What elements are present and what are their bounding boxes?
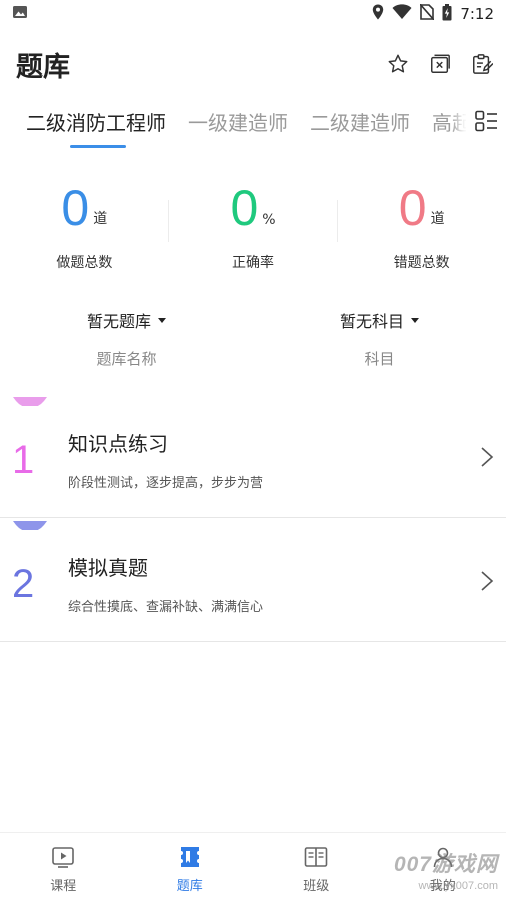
caret-down-icon (158, 317, 166, 323)
stat-value: 0 (398, 180, 427, 236)
status-time: 7:12 (460, 5, 494, 23)
stat-divider (337, 200, 338, 242)
question-bank-icon (178, 845, 202, 869)
card-description: 阶段性测试，逐步提高，步步为营 (68, 476, 264, 491)
seal-badge-icon (13, 518, 47, 530)
stat-wrong-total: 0 道 错题总数 (337, 178, 506, 278)
image-notification-icon (12, 4, 28, 24)
card-number: 1 (12, 438, 35, 482)
nav-question-bank[interactable]: 题库 (127, 833, 254, 900)
wrong-questions-icon[interactable] (428, 52, 452, 76)
app-header: 题库 (0, 40, 506, 88)
stat-unit: 道 (93, 211, 108, 227)
site-watermark: 007游戏网 www.yx007.com (394, 848, 498, 892)
location-icon (372, 4, 384, 24)
chevron-right-icon (480, 446, 494, 468)
nav-label: 题库 (176, 879, 203, 894)
subject-select[interactable]: 暂无科目 (340, 302, 419, 338)
status-bar: 7:12 (0, 0, 506, 28)
stat-value: 0 (61, 180, 90, 236)
nav-classes[interactable]: 班级 (253, 833, 380, 900)
nav-label: 课程 (50, 879, 77, 894)
active-tab-indicator (70, 145, 126, 148)
card-title: 知识点练习 (68, 432, 168, 456)
bank-select[interactable]: 暂无题库 (87, 302, 166, 338)
mock-exam-card[interactable]: 2 模拟真题 综合性摸底、查漏补缺、满满信心 (0, 518, 506, 642)
watermark-url: www.yx007.com (418, 880, 498, 892)
tab-constructor-1[interactable]: 一级建造师 (188, 100, 288, 146)
card-title: 模拟真题 (68, 556, 148, 580)
page-title: 题库 (16, 51, 70, 83)
stat-unit: % (262, 212, 276, 228)
favorite-star-icon[interactable] (386, 52, 410, 76)
subject-select-value: 暂无科目 (339, 312, 404, 331)
nav-label: 班级 (303, 879, 330, 894)
play-icon (51, 845, 75, 869)
stat-label: 做题总数 (56, 255, 113, 271)
chevron-right-icon (480, 570, 494, 592)
nav-courses[interactable]: 课程 (0, 833, 127, 900)
stat-value: 0 (230, 180, 259, 236)
bank-picker: 暂无题库 题库名称 (0, 302, 253, 372)
stat-label: 错题总数 (393, 255, 450, 271)
stat-unit: 道 (430, 211, 445, 227)
notes-edit-icon[interactable] (470, 52, 494, 76)
knowledge-practice-card[interactable]: 1 知识点练习 阶段性测试，逐步提高，步步为营 (0, 394, 506, 518)
stats-panel: 0 道 做题总数 0 % 正确率 0 道 错题总数 (0, 178, 506, 278)
card-description: 综合性摸底、查漏补缺、满满信心 (68, 600, 264, 615)
bank-picker-label: 题库名称 (96, 350, 157, 368)
seal-badge-icon (13, 394, 47, 406)
header-actions (386, 52, 494, 76)
card-divider (0, 641, 506, 642)
subject-picker-label: 科目 (364, 350, 395, 368)
tab-constructor-2[interactable]: 二级建造师 (310, 100, 410, 146)
watermark-main: 007游戏网 (393, 853, 498, 876)
stat-label: 正确率 (232, 255, 274, 271)
filter-pickers: 暂无题库 题库名称 暂无科目 科目 (0, 302, 506, 372)
category-menu-button[interactable] (466, 100, 506, 146)
grid-list-icon (474, 109, 498, 137)
stat-divider (168, 200, 169, 242)
wifi-icon (392, 4, 412, 24)
stat-accuracy: 0 % 正确率 (169, 178, 338, 278)
battery-charging-icon (442, 3, 452, 25)
bank-select-value: 暂无题库 (86, 312, 151, 331)
subject-picker: 暂无科目 科目 (253, 302, 506, 372)
tab-fire-engineer-2[interactable]: 二级消防工程师 (26, 100, 166, 146)
card-number: 2 (12, 562, 35, 606)
caret-down-icon (411, 317, 419, 323)
stat-total-done: 0 道 做题总数 (0, 178, 169, 278)
book-icon (304, 845, 328, 869)
no-sim-icon (419, 3, 435, 24)
